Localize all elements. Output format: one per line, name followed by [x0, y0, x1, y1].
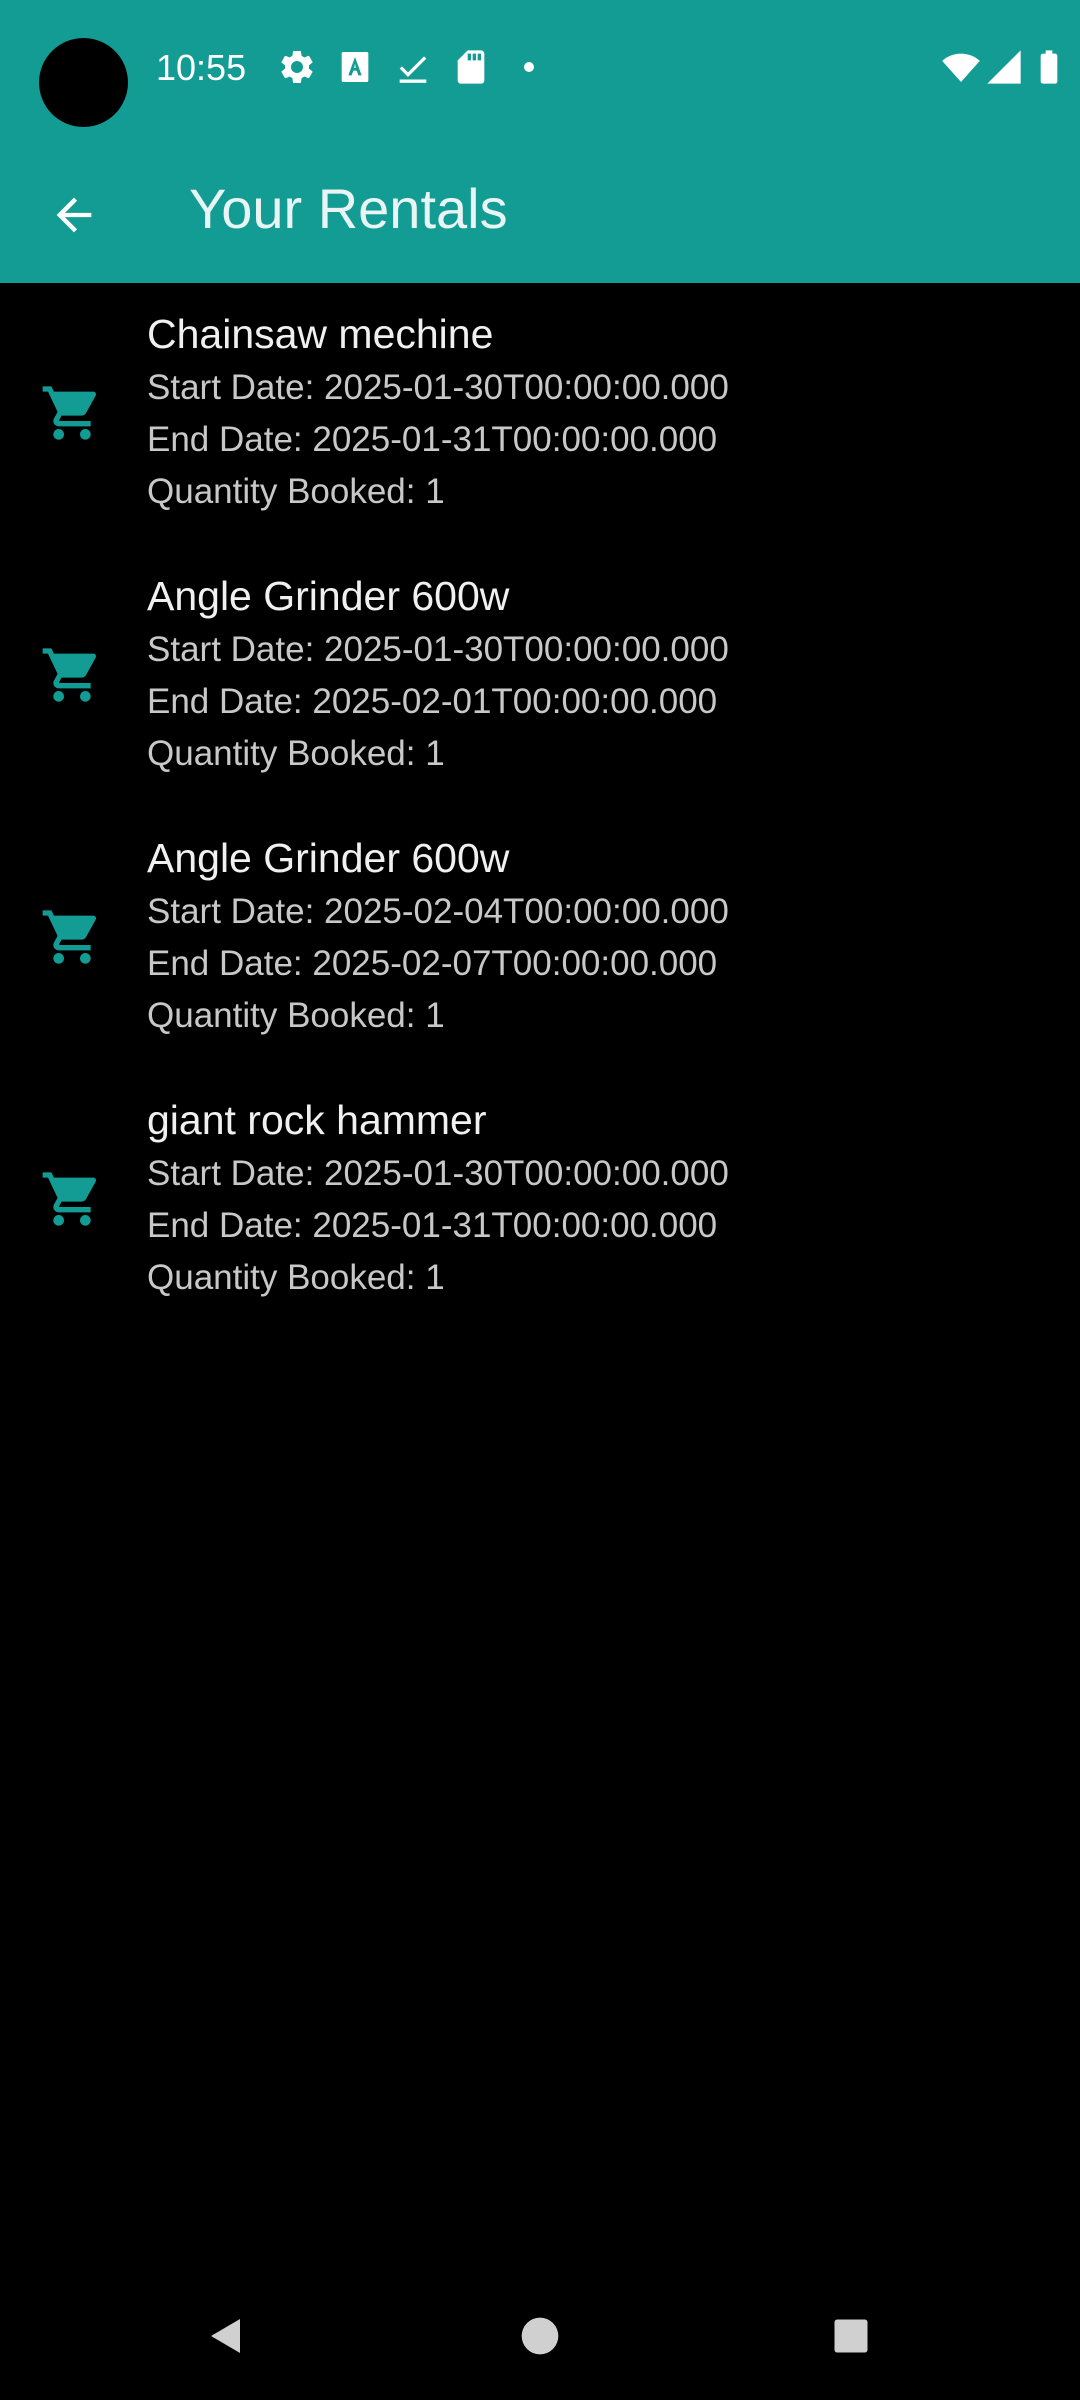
- nav-back-icon: [211, 2319, 240, 2353]
- rental-list-item[interactable]: Chainsaw mechine Start Date: 2025-01-30T…: [0, 283, 1080, 545]
- rental-end-date: End Date: 2025-01-31T00:00:00.000: [147, 1206, 718, 1245]
- status-time: 10:55: [156, 47, 247, 88]
- rental-start-date: Start Date: 2025-02-04T00:00:00.000: [147, 892, 729, 931]
- rental-list: Chainsaw mechine Start Date: 2025-01-30T…: [0, 283, 1080, 1331]
- wifi-icon: [941, 47, 981, 87]
- rental-end-date: End Date: 2025-02-01T00:00:00.000: [147, 682, 718, 721]
- shopping-cart-icon: [40, 381, 104, 445]
- rental-list-item[interactable]: giant rock hammer Start Date: 2025-01-30…: [0, 1069, 1080, 1331]
- nav-back-button[interactable]: [186, 2296, 266, 2376]
- rental-quantity: Quantity Booked: 1: [147, 996, 445, 1035]
- rental-end-date: End Date: 2025-02-07T00:00:00.000: [147, 944, 718, 983]
- rental-quantity: Quantity Booked: 1: [147, 472, 445, 511]
- status-bar: 10:55: [0, 0, 1080, 135]
- rental-start-date: Start Date: 2025-01-30T00:00:00.000: [147, 1154, 729, 1193]
- rental-name: Chainsaw mechine: [147, 311, 494, 357]
- nav-home-button[interactable]: [500, 2296, 580, 2376]
- rental-end-date: End Date: 2025-01-31T00:00:00.000: [147, 420, 718, 459]
- rental-text: Angle Grinder 600w Start Date: 2025-02-0…: [147, 830, 729, 1042]
- rental-text: Chainsaw mechine Start Date: 2025-01-30T…: [147, 306, 729, 518]
- nav-recents-button[interactable]: [811, 2296, 891, 2376]
- dot-icon: [509, 47, 549, 87]
- rental-list-item[interactable]: Angle Grinder 600w Start Date: 2025-01-3…: [0, 545, 1080, 807]
- header: 10:55 Your Rentals: [0, 0, 1080, 283]
- battery-icon: [1029, 47, 1069, 87]
- rental-start-date: Start Date: 2025-01-30T00:00:00.000: [147, 630, 729, 669]
- signal-icon: [984, 47, 1024, 87]
- shopping-cart-icon: [40, 643, 104, 707]
- navigation-bar: [0, 2272, 1080, 2400]
- rental-list-item[interactable]: Angle Grinder 600w Start Date: 2025-02-0…: [0, 807, 1080, 1069]
- rental-name: Angle Grinder 600w: [147, 835, 510, 881]
- shopping-cart-icon: [40, 905, 104, 969]
- nav-home-icon: [521, 2317, 559, 2355]
- rental-quantity: Quantity Booked: 1: [147, 1258, 445, 1297]
- rental-text: Angle Grinder 600w Start Date: 2025-01-3…: [147, 568, 729, 780]
- rental-start-date: Start Date: 2025-01-30T00:00:00.000: [147, 368, 729, 407]
- shopping-cart-icon: [40, 1167, 104, 1231]
- page-title: Your Rentals: [189, 177, 508, 240]
- arrow-back-icon: [56, 197, 92, 233]
- camera-cutout: [39, 38, 128, 127]
- sd-card-icon: [451, 47, 491, 87]
- rental-text: giant rock hammer Start Date: 2025-01-30…: [147, 1092, 729, 1304]
- rental-name: Angle Grinder 600w: [147, 573, 510, 619]
- download-done-icon: [393, 47, 433, 87]
- back-button[interactable]: [34, 175, 114, 255]
- text-a-icon: [335, 47, 375, 87]
- rental-quantity: Quantity Booked: 1: [147, 734, 445, 773]
- nav-recents-icon: [834, 2319, 868, 2353]
- app-bar: Your Rentals: [0, 135, 1080, 283]
- gear-icon: [277, 47, 317, 87]
- rental-name: giant rock hammer: [147, 1097, 487, 1143]
